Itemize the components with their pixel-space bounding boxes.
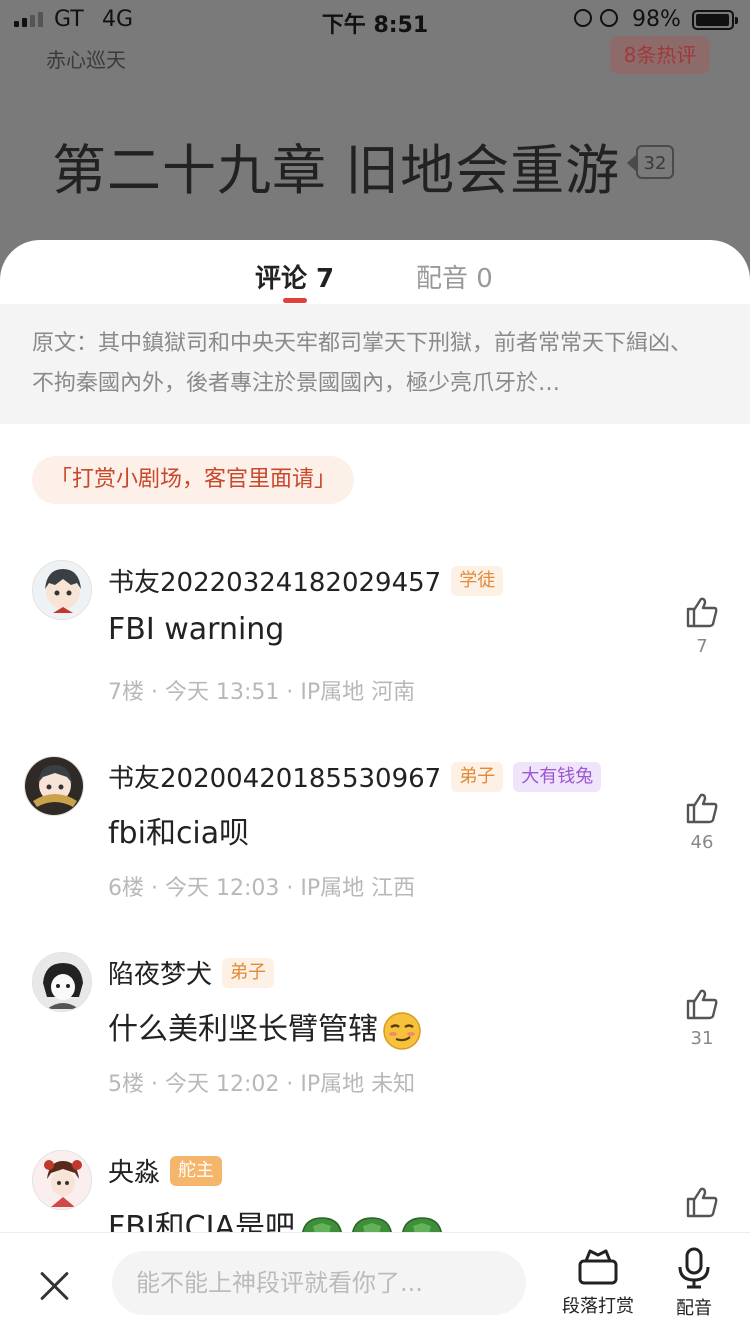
tab-dubbing[interactable]: 配音 0 — [416, 258, 493, 295]
comment-text: 什么美利坚长臂管辖 — [108, 1004, 422, 1051]
rank-badge: 舵主 — [170, 1155, 223, 1186]
author-name: 赤心巡天 — [46, 48, 126, 72]
status-bar: GT 4G 下午 8:51 98% — [0, 0, 750, 40]
comment-text: FBI warning — [108, 612, 285, 647]
bottom-bar: 能不能上神段评就看你了... 段落打赏 配音 — [0, 1232, 750, 1335]
paragraph-reward-button[interactable]: 段落打赏 — [556, 1247, 640, 1318]
like-count: 46 — [690, 832, 714, 853]
rank-badge: 弟子 — [451, 761, 504, 792]
dub-label: 配音 — [676, 1298, 712, 1319]
microphone-icon — [678, 1247, 710, 1289]
thumbs-up-icon — [686, 597, 718, 628]
avatar[interactable] — [32, 560, 92, 620]
like-button[interactable]: 7 — [680, 596, 724, 657]
rank-badge: 学徒 — [451, 565, 504, 596]
like-button[interactable]: 31 — [680, 988, 724, 1049]
rank-badge: 弟子 — [222, 957, 275, 988]
comment-username[interactable]: 央淼 舵主 — [108, 1152, 223, 1189]
paragraph-comment-count[interactable]: 32 — [627, 145, 674, 179]
comment-input[interactable]: 能不能上神段评就看你了... — [112, 1251, 526, 1315]
comment-meta: 5楼 · 今天 12:02 · IP属地 未知 — [108, 1072, 416, 1097]
quote-text: 原文：其中鎮獄司和中央天牢都司掌天下刑獄，前者常常天下緝凶、不拘秦國內外，後者專… — [32, 331, 693, 396]
close-icon[interactable] — [38, 1269, 72, 1303]
thumbs-up-icon — [686, 793, 718, 824]
comment-meta: 6楼 · 今天 12:03 · IP属地 江西 — [108, 876, 416, 901]
tab-bar: 评论 7 配音 0 — [0, 240, 750, 304]
like-button[interactable] — [680, 1186, 724, 1222]
tab-comments[interactable]: 评论 7 — [255, 258, 334, 295]
avatar[interactable] — [32, 952, 92, 1012]
battery-percent: 98% — [632, 7, 681, 32]
battery-icon — [692, 10, 738, 30]
comment-text: fbi和cia呗 — [108, 816, 250, 851]
fan-badge: 大有钱兔 — [513, 761, 602, 792]
avatar[interactable] — [24, 756, 84, 816]
reward-label: 段落打赏 — [562, 1296, 634, 1317]
smirk-emoji-icon — [383, 1011, 421, 1050]
original-text-quote: 原文：其中鎮獄司和中央天牢都司掌天下刑獄，前者常常天下緝凶、不拘秦國內外，後者專… — [0, 304, 750, 424]
comment-username[interactable]: 书友20200420185530967 弟子 大有钱兔 — [108, 758, 602, 795]
active-tab-indicator — [283, 298, 307, 303]
like-count: 7 — [696, 636, 708, 657]
dubbing-button[interactable]: 配音 — [664, 1247, 724, 1320]
comment-meta: 7楼 · 今天 13:51 · IP属地 河南 — [108, 680, 416, 705]
comment-sheet: 评论 7 配音 0 原文：其中鎮獄司和中央天牢都司掌天下刑獄，前者常常天下緝凶、… — [0, 240, 750, 1334]
avatar[interactable] — [32, 1150, 92, 1210]
hot-comments-badge[interactable]: 8条热评 — [610, 36, 710, 74]
alarm-icon — [600, 9, 618, 27]
reward-icon — [578, 1249, 618, 1285]
rotation-lock-icon — [574, 9, 592, 27]
comment-username[interactable]: 书友20220324182029457 学徒 — [108, 562, 504, 599]
like-button[interactable]: 46 — [680, 792, 724, 853]
reward-theater-button[interactable]: 「打赏小剧场，客官里面请」 — [32, 456, 355, 504]
thumbs-up-icon — [686, 1187, 718, 1218]
comment-username[interactable]: 陷夜梦犬 弟子 — [108, 954, 275, 991]
thumbs-up-icon — [686, 989, 718, 1020]
like-count: 31 — [690, 1028, 714, 1049]
chapter-title: 第二十九章 旧地会重游 — [52, 139, 621, 202]
